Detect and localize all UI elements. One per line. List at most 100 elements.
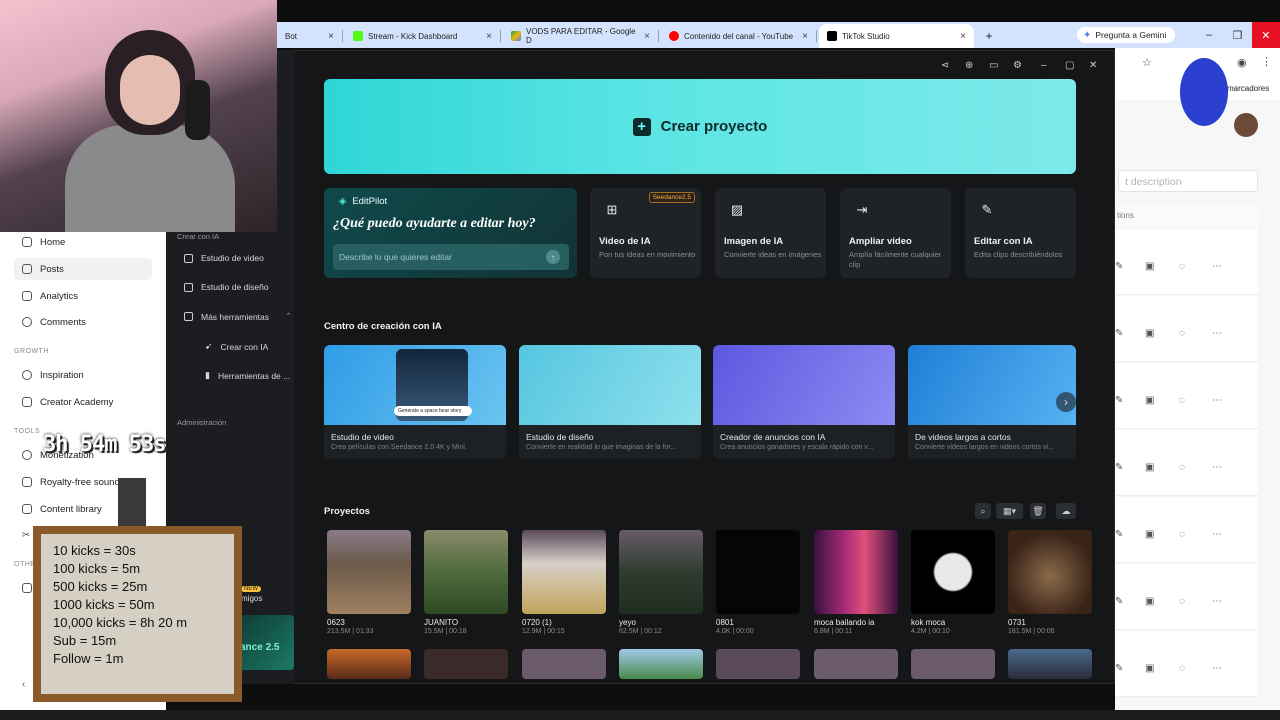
edit-icon[interactable]: ✎ — [1115, 663, 1123, 674]
feature-ampliar-video[interactable]: ⇥ Ampliar video Amplía fácilmente cualqu… — [840, 188, 951, 278]
maximize-icon[interactable]: ❐ — [1223, 22, 1251, 48]
card-creador-anuncios[interactable]: Creador de anuncios con IA Crea anuncios… — [713, 345, 895, 459]
project-thumbnail[interactable] — [1008, 649, 1092, 679]
nav-home[interactable]: Home — [14, 231, 152, 253]
close-icon[interactable]: ✕ — [1089, 60, 1097, 71]
nav-mas-herramientas[interactable]: Más herramientas ⌃ — [184, 311, 292, 322]
stats-icon[interactable]: ▣ — [1145, 529, 1154, 540]
card-estudio-video[interactable]: Generate a space bear story Estudio de v… — [324, 345, 506, 459]
more-icon[interactable]: ⋯ — [1212, 395, 1222, 406]
promo-banner[interactable]: ance 2.5 — [236, 615, 294, 670]
edit-icon[interactable]: ✎ — [1115, 462, 1123, 473]
nav-crear-con-ia[interactable]: ➹ Crear con IA — [205, 341, 268, 352]
stats-icon[interactable]: ▣ — [1145, 663, 1154, 674]
nav-analytics[interactable]: Analytics — [14, 285, 152, 307]
nav-herramientas[interactable]: ▮ Herramientas de ... — [205, 370, 290, 381]
close-icon[interactable]: × — [644, 31, 650, 42]
edit-icon[interactable]: ✎ — [1115, 529, 1123, 540]
feedback-icon[interactable]: ▭ — [989, 60, 998, 71]
editpilot-input[interactable]: Describe lo que quieres editar — [333, 244, 569, 270]
nav-creator-academy[interactable]: Creator Academy — [14, 391, 152, 413]
comment-icon[interactable]: ◌ — [1179, 529, 1185, 540]
more-icon[interactable]: ⋯ — [1212, 529, 1222, 540]
project-item[interactable]: 0720 (1) 12.9M | 00:15 — [522, 530, 606, 635]
more-icon[interactable]: ⋯ — [1212, 596, 1222, 607]
comment-icon[interactable]: ◌ — [1179, 663, 1185, 674]
project-thumbnail[interactable] — [424, 649, 508, 679]
close-icon[interactable]: × — [960, 31, 966, 42]
star-icon[interactable]: ☆ — [1142, 56, 1152, 69]
feature-editar-ia[interactable]: ✎ Editar con IA Edita clips describiéndo… — [965, 188, 1076, 278]
tab-bot[interactable]: Bot × — [277, 24, 343, 48]
project-item[interactable]: 0731 181.5M | 00:06 — [1008, 530, 1092, 635]
edit-icon[interactable]: ✎ — [1115, 261, 1123, 272]
project-thumbnail[interactable] — [911, 649, 995, 679]
feature-video-ia[interactable]: ⊞ Seedance2.5 Video de IA Pon tus ideas … — [590, 188, 701, 278]
more-icon[interactable]: ⋯ — [1212, 462, 1222, 473]
card-videos-largos[interactable]: De videos largos a cortos Convierte vide… — [908, 345, 1076, 459]
nav-posts[interactable]: Posts — [14, 258, 152, 280]
comment-icon[interactable]: ◌ — [1179, 261, 1185, 272]
stats-icon[interactable]: ▣ — [1145, 261, 1154, 272]
comment-icon[interactable]: ◌ — [1179, 596, 1185, 607]
project-thumbnail[interactable] — [716, 649, 800, 679]
comment-icon[interactable]: ◌ — [1179, 328, 1185, 339]
edit-icon[interactable]: ✎ — [1115, 328, 1123, 339]
comment-icon[interactable]: ◌ — [1179, 395, 1185, 406]
stats-icon[interactable]: ▣ — [1145, 395, 1154, 406]
view-toggle-icon[interactable]: ▦▾ — [996, 503, 1023, 519]
menu-icon[interactable]: ⋮ — [1261, 55, 1272, 68]
upload-icon[interactable]: ⊕ — [965, 60, 973, 71]
settings-icon[interactable]: ⚙ — [1013, 60, 1022, 71]
project-thumbnail[interactable] — [814, 649, 898, 679]
close-window-icon[interactable]: ✕ — [1251, 22, 1280, 48]
card-estudio-diseno[interactable]: Estudio de diseño Convierte en realidad … — [519, 345, 701, 459]
share-icon[interactable]: ⋖ — [941, 60, 949, 71]
nav-estudio-video[interactable]: Estudio de video — [184, 253, 264, 263]
description-search-input[interactable]: t description — [1118, 170, 1258, 192]
tab-tiktok-studio[interactable]: TikTok Studio × — [819, 24, 974, 48]
stats-icon[interactable]: ▣ — [1145, 596, 1154, 607]
project-item[interactable]: kok moca 4.2M | 00:10 — [911, 530, 995, 635]
project-item[interactable]: yeyo 62.5M | 00:12 — [619, 530, 703, 635]
trash-icon[interactable]: 🗑 — [1030, 503, 1046, 519]
more-icon[interactable]: ⋯ — [1212, 663, 1222, 674]
edit-icon[interactable]: ✎ — [1115, 596, 1123, 607]
avatar[interactable] — [1234, 113, 1258, 137]
close-icon[interactable]: × — [802, 31, 808, 42]
edit-icon[interactable]: ✎ — [1115, 395, 1123, 406]
feature-imagen-ia[interactable]: ▨ Imagen de IA Convierte ideas en imágen… — [715, 188, 826, 278]
project-thumbnail[interactable] — [522, 649, 606, 679]
comment-icon[interactable]: ◌ — [1179, 462, 1185, 473]
close-icon[interactable]: × — [486, 31, 492, 42]
search-icon[interactable]: ⌕ — [975, 503, 991, 519]
new-tab-button[interactable]: + — [979, 24, 999, 48]
gemini-button[interactable]: ✦ Pregunta a Gemini — [1077, 27, 1175, 43]
project-item[interactable]: moca bailando ia 6.8M | 00:11 — [814, 530, 898, 635]
send-icon[interactable]: ↑ — [546, 250, 560, 264]
chevron-right-icon[interactable]: › — [1056, 392, 1076, 412]
tab-youtube[interactable]: Contenido del canal - YouTube × — [661, 24, 817, 48]
nav-estudio-diseno[interactable]: Estudio de diseño — [184, 282, 269, 292]
close-icon[interactable]: × — [328, 31, 334, 42]
tab-google-drive[interactable]: VODS PARA EDITAR - Google D × — [503, 24, 659, 48]
bookmarks-label[interactable]: marcadores — [1227, 84, 1269, 93]
project-thumbnail[interactable] — [619, 649, 703, 679]
stats-icon[interactable]: ▣ — [1145, 328, 1154, 339]
stats-icon[interactable]: ▣ — [1145, 462, 1154, 473]
more-icon[interactable]: ⋯ — [1212, 328, 1222, 339]
maximize-icon[interactable]: ▢ — [1065, 60, 1074, 71]
nav-amigos[interactable]: migos — [241, 594, 262, 603]
project-item[interactable]: 0801 4.0K | 00:00 — [716, 530, 800, 635]
more-icon[interactable]: ⋯ — [1212, 261, 1222, 272]
minimize-icon[interactable]: – — [1041, 60, 1047, 71]
nav-inspiration[interactable]: Inspiration — [14, 364, 152, 386]
cloud-icon[interactable]: ☁ — [1056, 503, 1076, 519]
nav-comments[interactable]: Comments — [14, 311, 152, 333]
profile-icon[interactable]: ◉ — [1237, 56, 1247, 69]
minimize-icon[interactable]: – — [1195, 22, 1223, 48]
crear-proyecto-button[interactable]: + Crear proyecto — [324, 79, 1076, 174]
tab-kick-dashboard[interactable]: Stream - Kick Dashboard × — [345, 24, 501, 48]
project-item[interactable]: JUANITO 15.5M | 00:18 — [424, 530, 508, 635]
project-item[interactable]: 0623 213.5M | 01:33 — [327, 530, 411, 635]
